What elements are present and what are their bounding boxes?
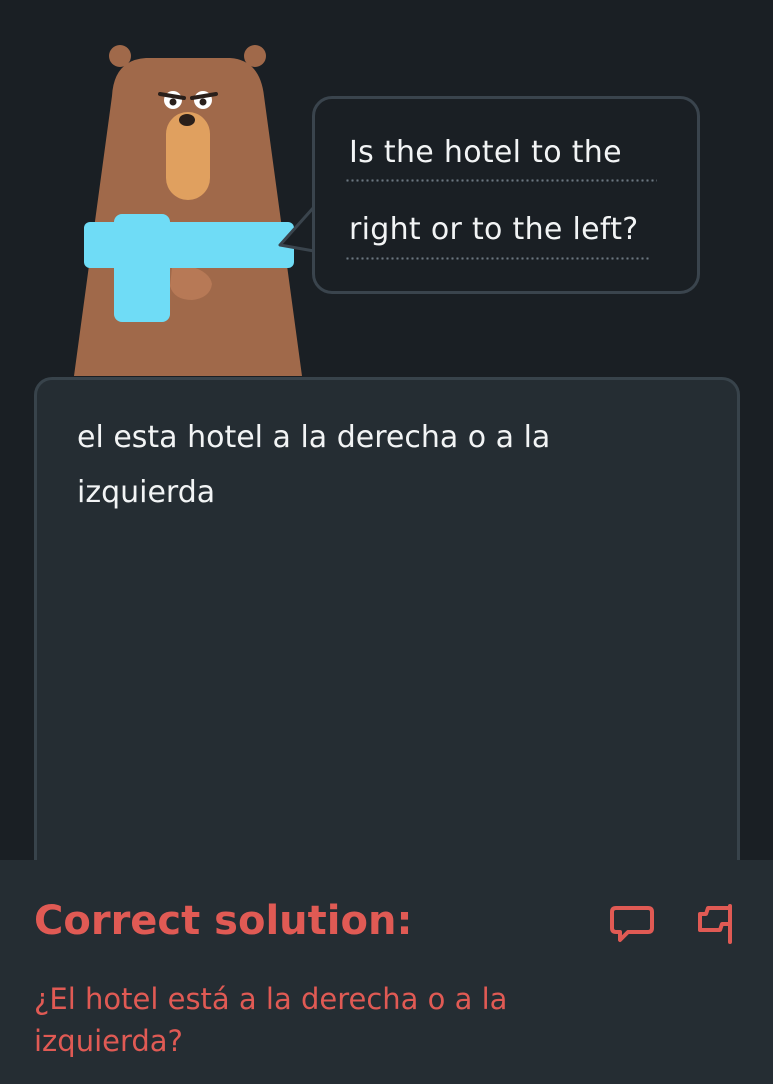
prompt-line-2[interactable]: right or to the left? <box>349 212 638 247</box>
hint-underline-2 <box>345 257 651 260</box>
comment-icon[interactable] <box>608 898 656 946</box>
hint-underline-1 <box>345 179 657 182</box>
feedback-panel: Correct solution: ¿El hotel está a la de… <box>0 860 773 1084</box>
correct-solution-heading: Correct solution: <box>34 898 413 944</box>
answer-input[interactable]: el esta hotel a la derecha o a la izquie… <box>34 377 740 897</box>
prompt-line-1[interactable]: Is the hotel to the <box>349 135 622 170</box>
speech-bubble: Is the hotel to the right or to the left… <box>312 96 700 294</box>
correct-solution-text: ¿El hotel está a la derecha o a la izqui… <box>34 982 508 1058</box>
flag-icon[interactable] <box>692 898 740 946</box>
answer-text: el esta hotel a la derecha o a la izquie… <box>77 420 551 510</box>
